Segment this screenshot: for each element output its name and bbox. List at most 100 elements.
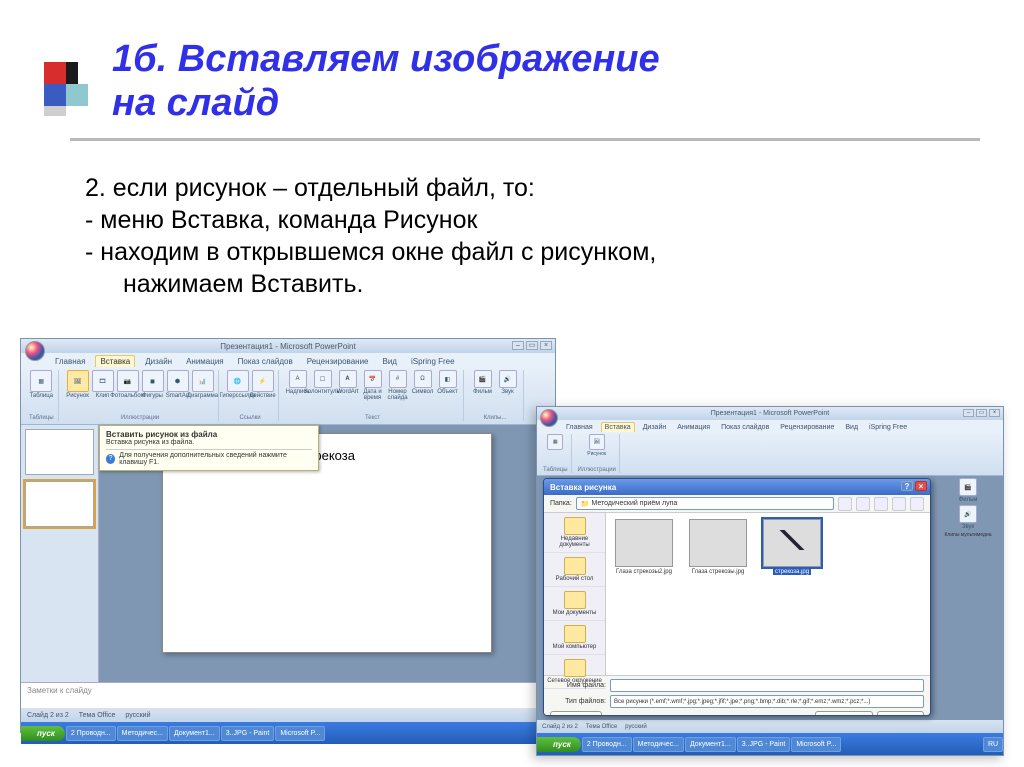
notes-pane[interactable]: Заметки к слайду (21, 682, 555, 708)
action-button[interactable]: ⚡Действие (252, 370, 274, 399)
chart-button[interactable]: 📊Диаграмма (192, 370, 214, 399)
office-button-icon[interactable] (540, 409, 558, 427)
status-slide: Слайд 2 из 2 (27, 712, 69, 719)
tools-button[interactable]: Сервис▾ (550, 711, 602, 716)
headerfooter-button[interactable]: ☐Колонтитулы (312, 370, 334, 395)
office-button-icon[interactable] (25, 341, 45, 361)
status-lang: русский (125, 712, 150, 719)
dialog-close-button[interactable]: × (915, 481, 927, 491)
place-mydocs[interactable]: Мои документы (544, 587, 605, 621)
datetime-button[interactable]: 📅Дата и время (362, 370, 384, 401)
maximize-button[interactable]: ▭ (976, 409, 987, 417)
file-list[interactable]: Глаза стрекозы2.jpg Глаза стрекозы.jpg с… (606, 513, 930, 675)
window-title: Презентация1 - Microsoft PowerPoint (711, 410, 830, 417)
taskbar: пуск 2 Проводн... Методичес... Документ1… (537, 733, 1003, 755)
place-desktop[interactable]: Рабочий стол (544, 553, 605, 587)
close-button[interactable]: × (989, 409, 1000, 417)
tab-insert[interactable]: Вставка (95, 355, 135, 367)
tab-design[interactable]: Дизайн (640, 423, 670, 432)
taskbar-item[interactable]: Документ1... (685, 737, 736, 752)
slide-editor: Вставить рисунок из файла Вставка рисунк… (99, 425, 555, 682)
slide-thumbnails (21, 425, 99, 682)
minimize-button[interactable]: – (963, 409, 974, 417)
start-button[interactable]: пуск (21, 726, 65, 741)
smartart-button[interactable]: ⬢SmartArt (167, 370, 189, 399)
taskbar-item[interactable]: 3..JPG - Paint (221, 726, 275, 741)
newfolder-icon[interactable] (892, 497, 906, 511)
tooltip-sub: Вставка рисунка из файла. (106, 439, 194, 446)
window-titlebar: Презентация1 - Microsoft PowerPoint – ▭ … (537, 407, 1003, 420)
sound-button[interactable]: 🔊Звук (954, 505, 982, 530)
file-item-selected[interactable]: стрекоза.jpg (760, 519, 824, 575)
movie-button[interactable]: 🎬Фильм (954, 478, 982, 503)
slide-thumb-1[interactable] (25, 429, 94, 475)
dialog-bottom: Имя файла: Тип файлов: Все рисунки (*.em… (544, 675, 930, 715)
filename-input[interactable] (610, 679, 924, 692)
object-button[interactable]: ◧Объект (437, 370, 459, 395)
close-button[interactable]: × (540, 341, 552, 350)
status-bar: Слайд 2 из 2 Тема Office русский (537, 720, 1003, 733)
up-icon[interactable] (856, 497, 870, 511)
slide-thumb-2[interactable] (25, 481, 94, 527)
tab-slideshow[interactable]: Показ слайдов (234, 356, 297, 367)
folder-icon: 📁 (581, 500, 590, 508)
cancel-button[interactable]: Отмена (877, 711, 924, 716)
table-button[interactable]: ▦Таблица (30, 370, 52, 399)
tab-home[interactable]: Главная (563, 423, 596, 432)
tab-animation[interactable]: Анимация (182, 356, 228, 367)
slide-title: 1б. Вставляем изображение на слайд (112, 38, 660, 125)
taskbar-item[interactable]: 3..JPG - Paint (737, 737, 791, 752)
tab-view[interactable]: Вид (842, 423, 861, 432)
symbol-button[interactable]: ΩСимвол (412, 370, 434, 395)
tab-animation[interactable]: Анимация (674, 423, 713, 432)
sound-button[interactable]: 🔊Звук (497, 370, 519, 395)
taskbar-item[interactable]: Microsoft P... (275, 726, 325, 741)
taskbar-item[interactable]: 2 Проводн... (66, 726, 116, 741)
ribbon: ▦ Таблицы 🖼Рисунок Иллюстрации (537, 432, 1003, 476)
ribbon: ▦Таблица Таблицы 🖼Рисунок 🎞Клип 📷Фотоаль… (21, 367, 555, 425)
taskbar-item[interactable]: 2 Проводн... (582, 737, 632, 752)
ribbon-group-illustrations: 🖼Рисунок 🎞Клип 📷Фотоальбом ◼Фигуры ⬢Smar… (63, 370, 219, 421)
taskbar-lang[interactable]: RU (983, 737, 1003, 752)
body-l3: - находим в открывшемся окне файл с рису… (85, 236, 965, 268)
table-button[interactable]: ▦ (543, 434, 567, 450)
filetype-combo[interactable]: Все рисунки (*.emf;*.wmf;*.jpg;*.jpeg;*.… (610, 695, 924, 708)
tab-view[interactable]: Вид (379, 356, 401, 367)
taskbar-item[interactable]: Документ1... (169, 726, 220, 741)
tab-insert[interactable]: Вставка (601, 422, 635, 432)
slidenum-button[interactable]: #Номер слайда (387, 370, 409, 401)
tab-slideshow[interactable]: Показ слайдов (718, 423, 772, 432)
body-text: 2. если рисунок – отдельный файл, то: - … (85, 172, 965, 300)
tab-home[interactable]: Главная (51, 356, 89, 367)
taskbar-item[interactable]: Методичес... (117, 726, 168, 741)
tab-review[interactable]: Рецензирование (303, 356, 373, 367)
file-item[interactable]: Глаза стрекозы2.jpg (612, 519, 676, 575)
window-titlebar: Презентация1 - Microsoft PowerPoint – ▭ … (21, 339, 555, 353)
dialog-help-button[interactable]: ? (901, 481, 913, 491)
insert-button[interactable]: Вставить▾ (815, 711, 873, 716)
tab-ispring[interactable]: iSpring Free (866, 423, 910, 432)
shapes-button[interactable]: ◼Фигуры (142, 370, 164, 399)
tab-review[interactable]: Рецензирование (777, 423, 837, 432)
place-recent[interactable]: Недавние документы (544, 513, 605, 553)
taskbar-item[interactable]: Методичес... (633, 737, 684, 752)
tab-ispring[interactable]: iSpring Free (407, 356, 459, 367)
views-icon[interactable] (910, 497, 924, 511)
minimize-button[interactable]: – (512, 341, 524, 350)
place-mycomputer[interactable]: Мой компьютер (544, 621, 605, 655)
maximize-button[interactable]: ▭ (526, 341, 538, 350)
insert-picture-dialog: Вставка рисунка ? × Папка: 📁 Методически… (543, 478, 931, 716)
start-button[interactable]: пуск (537, 737, 581, 752)
taskbar-item[interactable]: Microsoft P... (791, 737, 841, 752)
file-item[interactable]: Глаза стрекозы.jpg (686, 519, 750, 575)
tab-design[interactable]: Дизайн (141, 356, 176, 367)
wordart-button[interactable]: 𝐀WordArt (337, 370, 359, 395)
movie-button[interactable]: 🎬Фильм (472, 370, 494, 395)
hyperlink-button[interactable]: 🌐Гиперссылка (227, 370, 249, 399)
picture-button[interactable]: 🖼Рисунок (67, 370, 89, 399)
delete-icon[interactable] (874, 497, 888, 511)
picture-button[interactable]: 🖼Рисунок (585, 434, 609, 457)
folder-combo[interactable]: 📁 Методический приём лупа (576, 497, 834, 510)
photoalbum-button[interactable]: 📷Фотоальбом (117, 370, 139, 399)
back-icon[interactable] (838, 497, 852, 511)
